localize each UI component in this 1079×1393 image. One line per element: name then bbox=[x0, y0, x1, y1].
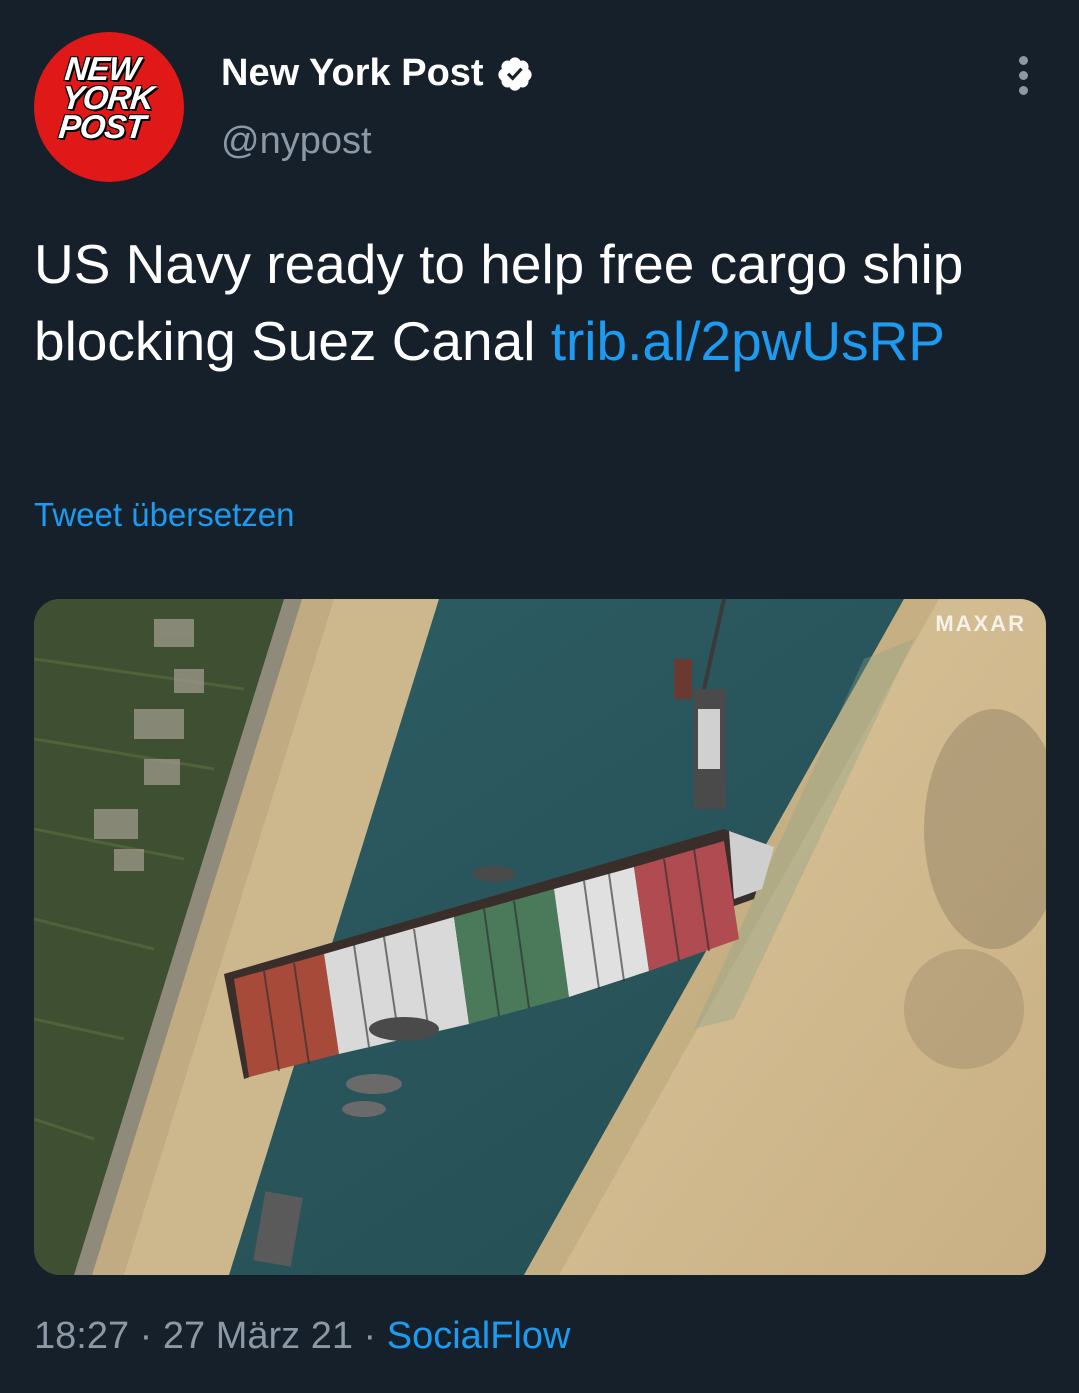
dot bbox=[1019, 56, 1028, 65]
dot bbox=[1019, 86, 1028, 95]
avatar[interactable]: NEW YORK POST bbox=[34, 32, 184, 182]
meta-separator: · bbox=[129, 1315, 163, 1357]
satellite-image bbox=[34, 599, 1046, 1275]
tweet-time[interactable]: 18:27 bbox=[34, 1315, 129, 1357]
media-watermark: MAXAR bbox=[935, 611, 1026, 636]
tweet-media-image[interactable]: MAXAR bbox=[34, 599, 1046, 1275]
dot bbox=[1019, 71, 1028, 80]
account-name[interactable]: New York Post bbox=[221, 52, 484, 95]
tweet-meta: 18:27 · 27 März 21 · SocialFlow bbox=[34, 1315, 570, 1358]
more-vertical-icon[interactable] bbox=[1012, 56, 1036, 96]
tweet-date[interactable]: 27 März 21 bbox=[163, 1315, 353, 1357]
translate-tweet-link[interactable]: Tweet übersetzen bbox=[34, 496, 295, 534]
tweet-text: US Navy ready to help free cargo ship bl… bbox=[34, 226, 1044, 380]
meta-separator: · bbox=[352, 1315, 387, 1357]
verified-badge-icon bbox=[497, 56, 532, 91]
account-name-row[interactable]: New York Post bbox=[221, 52, 534, 95]
account-handle[interactable]: @nypost bbox=[221, 120, 372, 163]
avatar-logo: NEW YORK POST bbox=[57, 50, 166, 145]
tweet-link[interactable]: trib.al/2pwUsRP bbox=[551, 310, 945, 372]
logo-line: POST bbox=[57, 108, 147, 145]
tweet-source-link[interactable]: SocialFlow bbox=[387, 1315, 571, 1357]
